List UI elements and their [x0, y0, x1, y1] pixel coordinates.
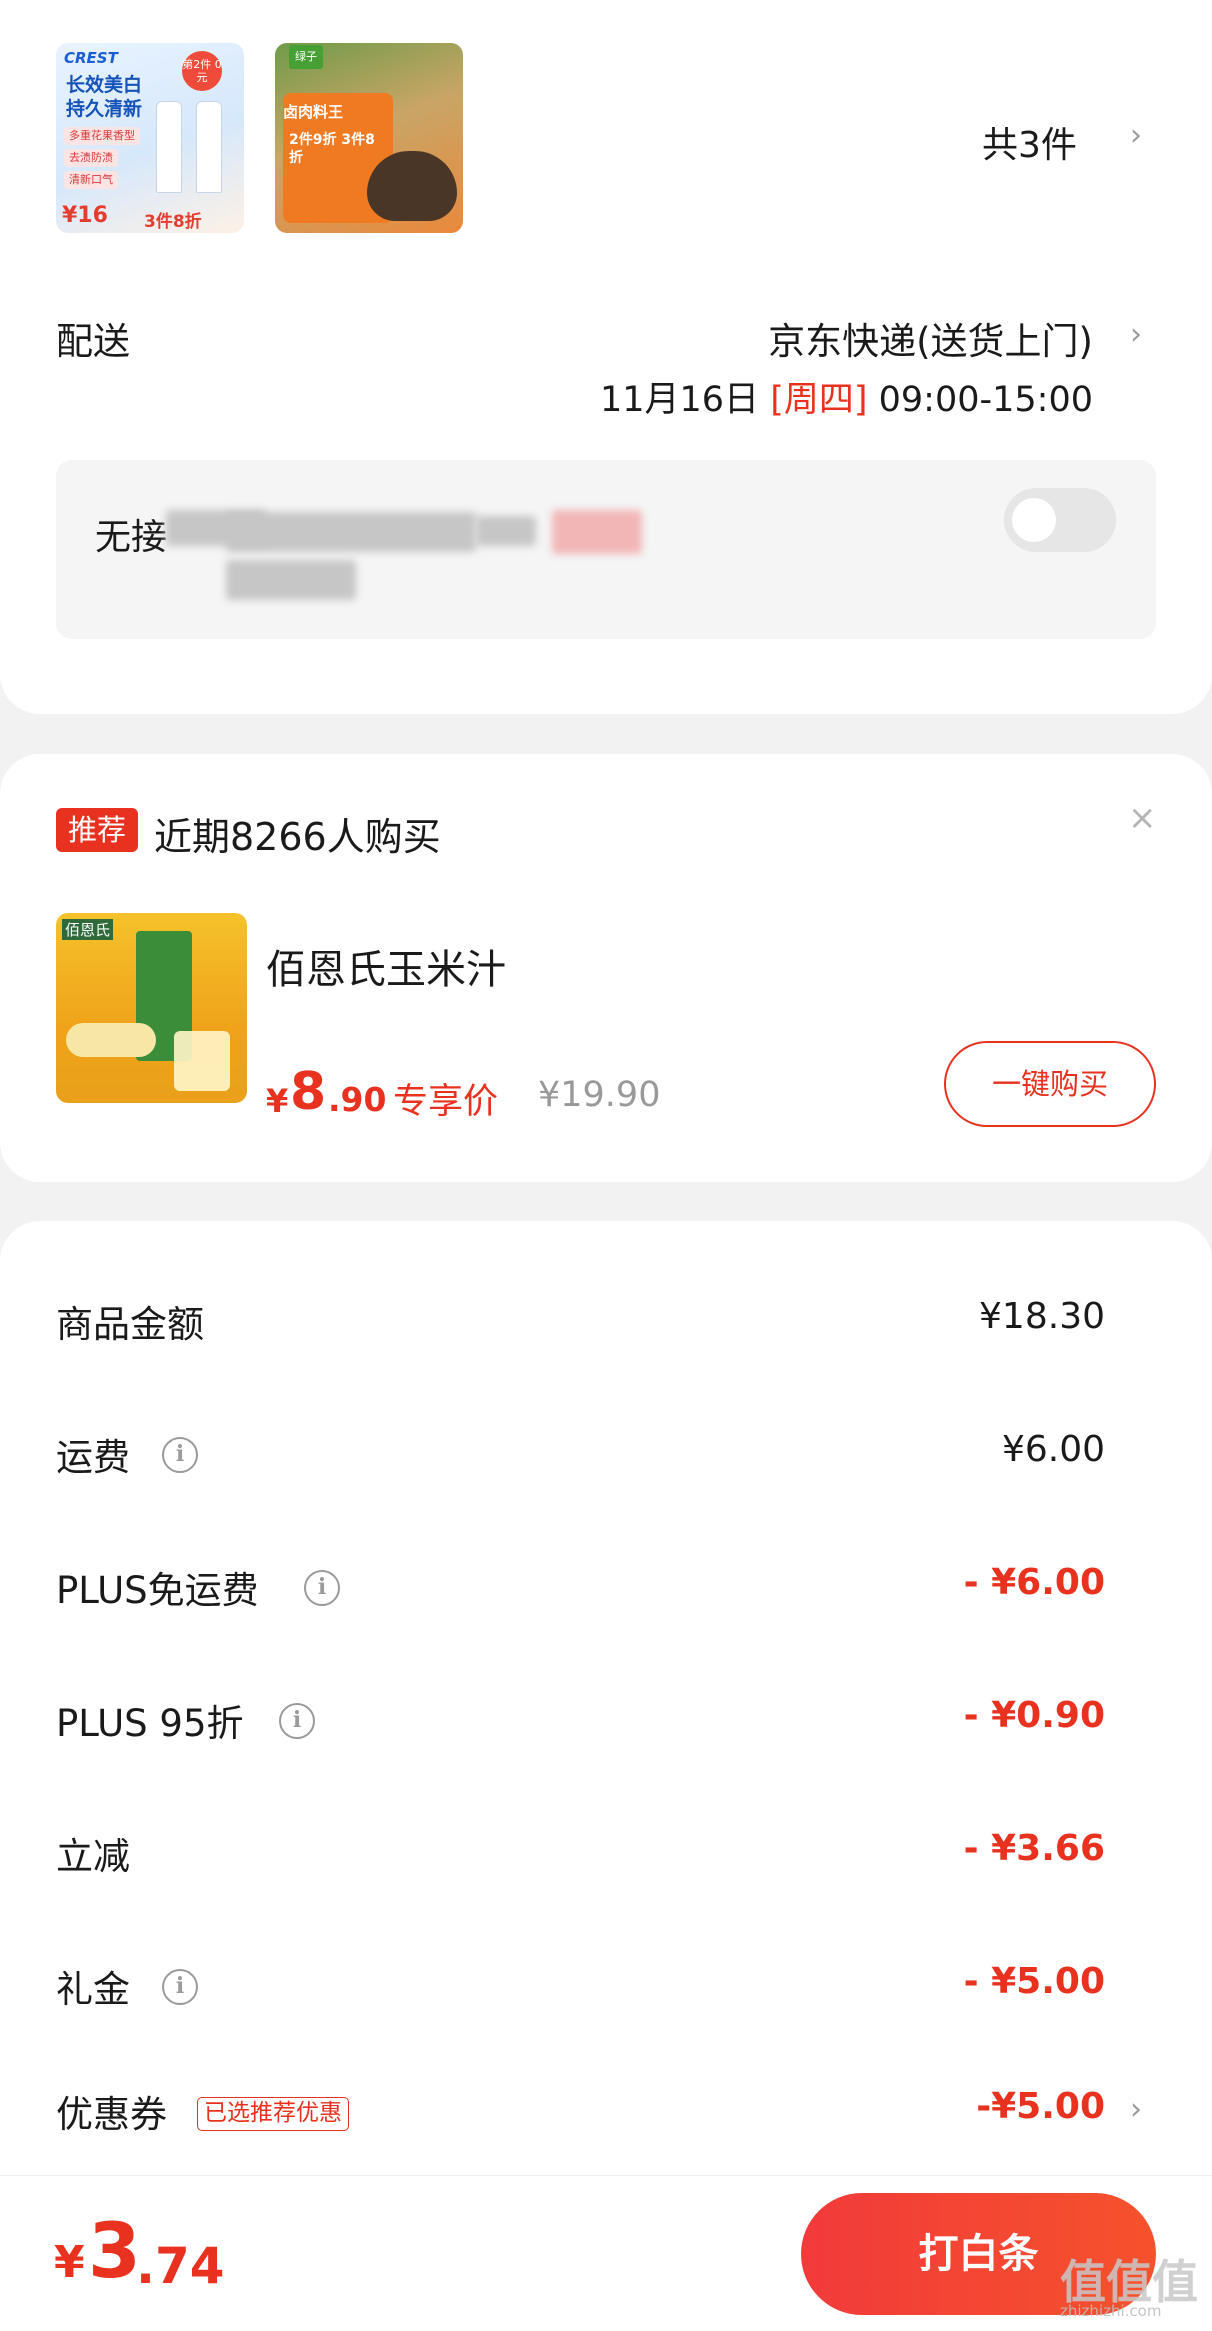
juice-glass-image [174, 1031, 230, 1091]
redacted-text [226, 560, 356, 600]
thumb-bullet: 多重花果香型 [64, 127, 140, 145]
original-price: ¥19.90 [538, 1075, 661, 1115]
total-symbol: ¥ [54, 2237, 85, 2288]
thumb-brand-logo: 绿子 [289, 45, 323, 69]
redacted-text [226, 512, 476, 552]
contactless-delivery-box: 无接 [56, 460, 1156, 639]
close-icon[interactable]: × [1128, 798, 1157, 838]
thumb-badge: 第2件 0元 [182, 51, 222, 91]
redacted-tag [552, 510, 642, 554]
delivery-method[interactable]: 京东快递(送货上门) [768, 311, 1093, 365]
delivery-time[interactable]: 11月16日 [周四] 09:00-15:00 [600, 371, 1093, 422]
thumb-bullet: 清新口气 [64, 171, 118, 189]
contactless-toggle[interactable] [1004, 488, 1116, 552]
fee-row-gift-money: 礼金 i - ¥5.00 [56, 1959, 1105, 2019]
product-name[interactable]: 佰恩氏玉米汁 [266, 937, 506, 995]
product-brand-label: 佰恩氏 [62, 919, 114, 940]
thumb-brand-logo: CREST [64, 49, 118, 67]
recommend-tag: 推荐 [56, 808, 138, 852]
info-icon[interactable]: i [304, 1570, 340, 1606]
fee-label: 运费 [56, 1436, 130, 1479]
info-icon[interactable]: i [279, 1703, 315, 1739]
order-summary-card: CREST 第2件 0元 长效美白 持久清新 多重花果香型 去渍防渍 清新口气 … [0, 0, 1212, 714]
product-thumbnail-seasoning[interactable]: 绿子 卤肉料王 2件9折 3件8折 [275, 43, 463, 233]
items-count-label[interactable]: 共3件 [982, 116, 1077, 168]
fee-label: 立减 [56, 1835, 130, 1878]
fee-value: - ¥0.90 [963, 1695, 1105, 1736]
thumb-title: 长效美白 持久清新 [66, 74, 143, 120]
product-image-corn-juice[interactable]: 佰恩氏 [56, 913, 247, 1103]
price-decimal: .90 [328, 1080, 387, 1119]
fee-value: - ¥5.00 [963, 1961, 1105, 2002]
fee-row-goods-amount: 商品金额 ¥18.30 [56, 1294, 1105, 1354]
fee-label: 商品金额 [56, 1303, 204, 1346]
info-icon[interactable]: i [162, 1969, 198, 2005]
thumb-bullet: 去渍防渍 [64, 149, 118, 167]
delivery-date: 11月16日 [599, 380, 760, 420]
toothpaste-tube-image [196, 101, 222, 193]
coupon-applied-tag: 已选推荐优惠 [197, 2097, 349, 2131]
product-thumbnail-toothpaste[interactable]: CREST 第2件 0元 长效美白 持久清新 多重花果香型 去渍防渍 清新口气 … [56, 43, 244, 233]
total-decimal: .74 [136, 2237, 225, 2295]
one-click-buy-button[interactable]: 一键购买 [944, 1041, 1156, 1127]
fee-row-plus-discount: PLUS 95折 i - ¥0.90 [56, 1693, 1105, 1753]
fee-value: - ¥6.00 [963, 1562, 1105, 1603]
info-icon[interactable]: i [162, 1437, 198, 1473]
fee-label: 礼金 [56, 1968, 130, 2011]
chevron-right-icon[interactable]: › [1130, 118, 1142, 153]
fee-value: - ¥3.66 [963, 1828, 1105, 1869]
recommend-title: 近期8266人购买 [154, 815, 441, 859]
contactless-label: 无接 [95, 517, 168, 558]
toothpaste-tube-image [156, 101, 182, 193]
chevron-right-icon[interactable]: › [1130, 2092, 1142, 2127]
fee-row-shipping: 运费 i ¥6.00 [56, 1427, 1105, 1487]
watermark-url: zhizhizhi.com [1060, 2302, 1162, 2320]
corn-image [66, 1023, 156, 1057]
fee-label: PLUS免运费 [56, 1569, 259, 1612]
thumb-price: ¥16 [62, 203, 108, 228]
price-symbol: ¥ [266, 1082, 289, 1120]
fee-label: PLUS 95折 [56, 1702, 244, 1745]
redacted-text [476, 516, 536, 546]
thumb-promo: 2件9折 3件8折 [289, 132, 375, 166]
price-integer: 8 [290, 1062, 327, 1122]
chevron-right-icon[interactable]: › [1130, 317, 1142, 352]
fee-value: ¥6.00 [1001, 1429, 1105, 1470]
fee-row-instant-discount: 立减 - ¥3.66 [56, 1826, 1105, 1886]
total-integer: 3 [88, 2206, 141, 2295]
fee-row-plus-free-shipping: PLUS免运费 i - ¥6.00 [56, 1560, 1105, 1620]
toggle-knob [1012, 498, 1056, 542]
food-pot-image [367, 151, 457, 221]
thumb-deal: 3件8折 [144, 212, 202, 232]
fee-label: 优惠券 [56, 2093, 167, 2136]
delivery-label: 配送 [56, 320, 130, 363]
delivery-weekday: [周四] [770, 380, 868, 420]
exclusive-price-label: 专享价 [393, 1082, 499, 1122]
delivery-time-range: 09:00-15:00 [878, 380, 1093, 420]
fee-value: -¥5.00 [976, 2086, 1105, 2127]
fee-value: ¥18.30 [979, 1296, 1105, 1337]
thumb-pack-title: 卤肉料王 [283, 103, 344, 121]
fee-row-coupon[interactable]: 优惠券 已选推荐优惠 -¥5.00 [56, 2084, 1105, 2144]
